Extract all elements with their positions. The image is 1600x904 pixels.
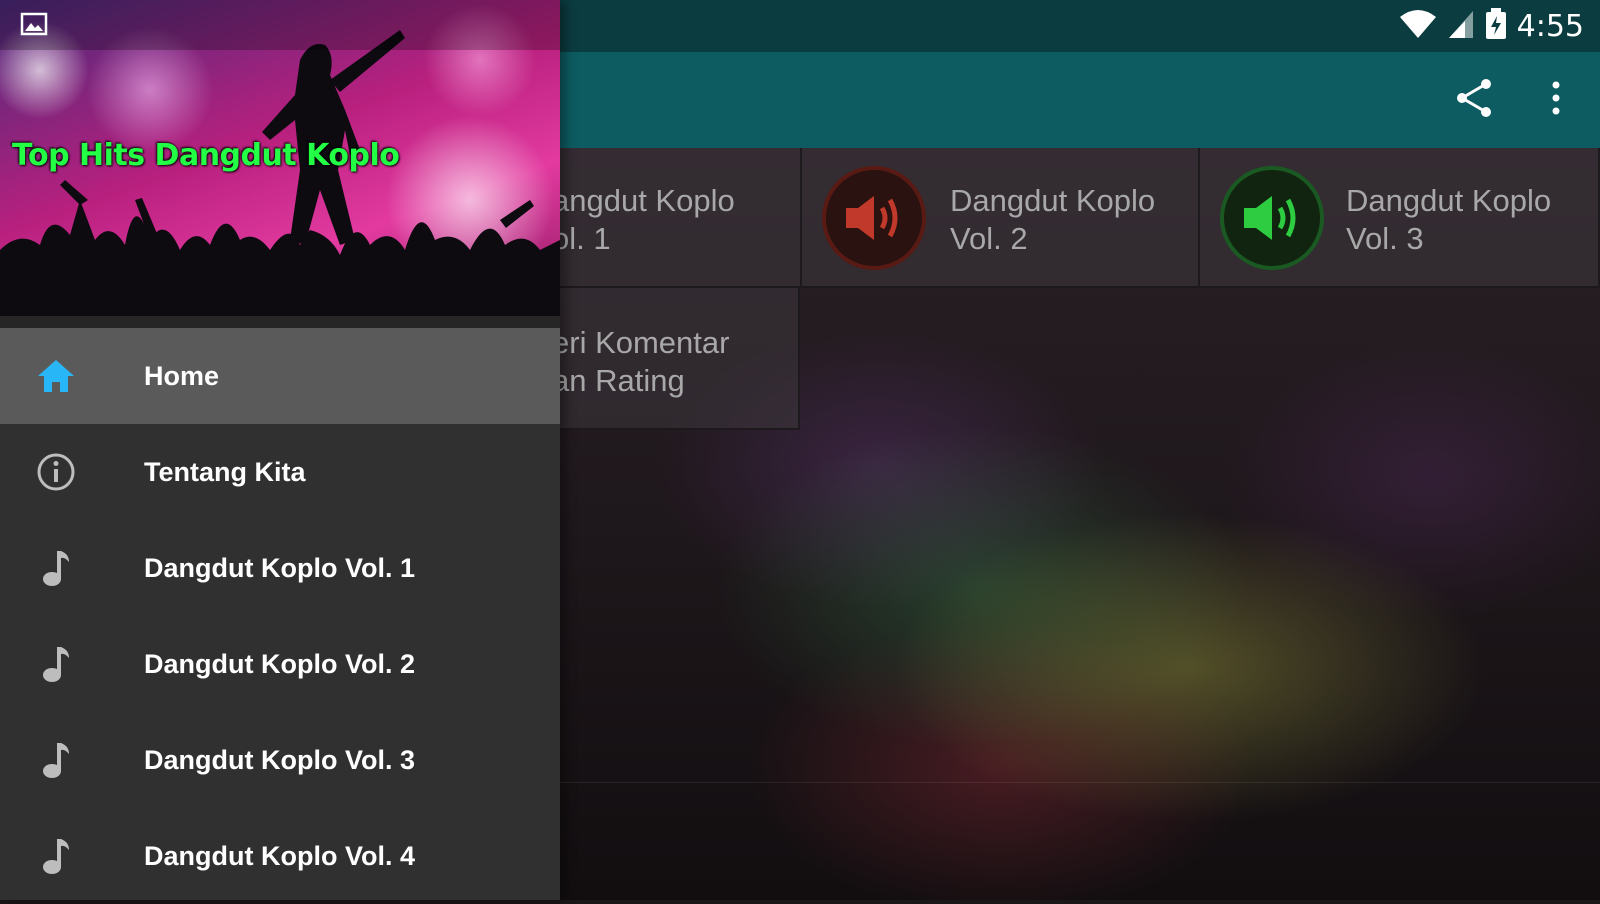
info-icon xyxy=(36,452,76,492)
wifi-icon xyxy=(1399,9,1437,44)
music-note-icon xyxy=(36,740,76,780)
menu-item-label: Tentang Kita xyxy=(144,456,306,487)
menu-item-label: Dangdut Koplo Vol. 1 xyxy=(144,552,415,583)
menu-item-tentang-kita[interactable]: Tentang Kita xyxy=(0,424,560,520)
menu-item-label: Dangdut Koplo Vol. 4 xyxy=(144,840,415,871)
menu-item-label: Dangdut Koplo Vol. 2 xyxy=(144,648,415,679)
menu-item-label: Dangdut Koplo Vol. 3 xyxy=(144,744,415,775)
tile-label: eri Komentar an Rating xyxy=(552,325,730,398)
share-icon xyxy=(1453,77,1495,124)
signal-icon xyxy=(1447,9,1475,44)
menu-item-vol-1[interactable]: Dangdut Koplo Vol. 1 xyxy=(0,520,560,616)
divider xyxy=(560,782,1600,783)
music-note-icon xyxy=(36,548,76,588)
speaker-icon xyxy=(822,166,926,270)
tile-vol-3[interactable]: Dangdut Koplo Vol. 3 xyxy=(1200,148,1600,288)
menu-item-vol-2[interactable]: Dangdut Koplo Vol. 2 xyxy=(0,616,560,712)
share-button[interactable] xyxy=(1450,76,1498,124)
drawer-header-title: Top Hits Dangdut Koplo xyxy=(12,138,400,173)
drawer-separator xyxy=(0,316,560,328)
music-note-icon xyxy=(36,836,76,876)
tile-vol-2[interactable]: Dangdut Koplo Vol. 2 xyxy=(802,148,1200,288)
speaker-icon xyxy=(1220,166,1324,270)
status-time: 4:55 xyxy=(1516,8,1584,44)
tile-label: Dangdut Koplo Vol. 2 xyxy=(950,183,1156,256)
overflow-menu-button[interactable] xyxy=(1532,76,1580,124)
drawer-header: Top Hits Dangdut Koplo xyxy=(0,0,560,316)
menu-item-home[interactable]: Home xyxy=(0,328,560,424)
tile-label: angdut Koplo ol. 1 xyxy=(552,183,735,256)
navigation-drawer: Top Hits Dangdut Koplo Home Tentang Kita… xyxy=(0,0,560,900)
battery-icon xyxy=(1485,7,1507,45)
music-note-icon xyxy=(36,644,76,684)
more-vert-icon xyxy=(1551,80,1561,121)
image-icon xyxy=(20,12,48,41)
header-dim xyxy=(0,0,560,50)
menu-item-vol-3[interactable]: Dangdut Koplo Vol. 3 xyxy=(0,712,560,808)
menu-item-vol-4[interactable]: Dangdut Koplo Vol. 4 xyxy=(0,808,560,904)
tile-label: Dangdut Koplo Vol. 3 xyxy=(1346,183,1552,256)
home-icon xyxy=(36,356,76,396)
menu-item-label: Home xyxy=(144,360,220,391)
status-icons: 4:55 xyxy=(1399,7,1584,45)
drawer-menu: Home Tentang Kita Dangdut Koplo Vol. 1 D… xyxy=(0,328,560,904)
